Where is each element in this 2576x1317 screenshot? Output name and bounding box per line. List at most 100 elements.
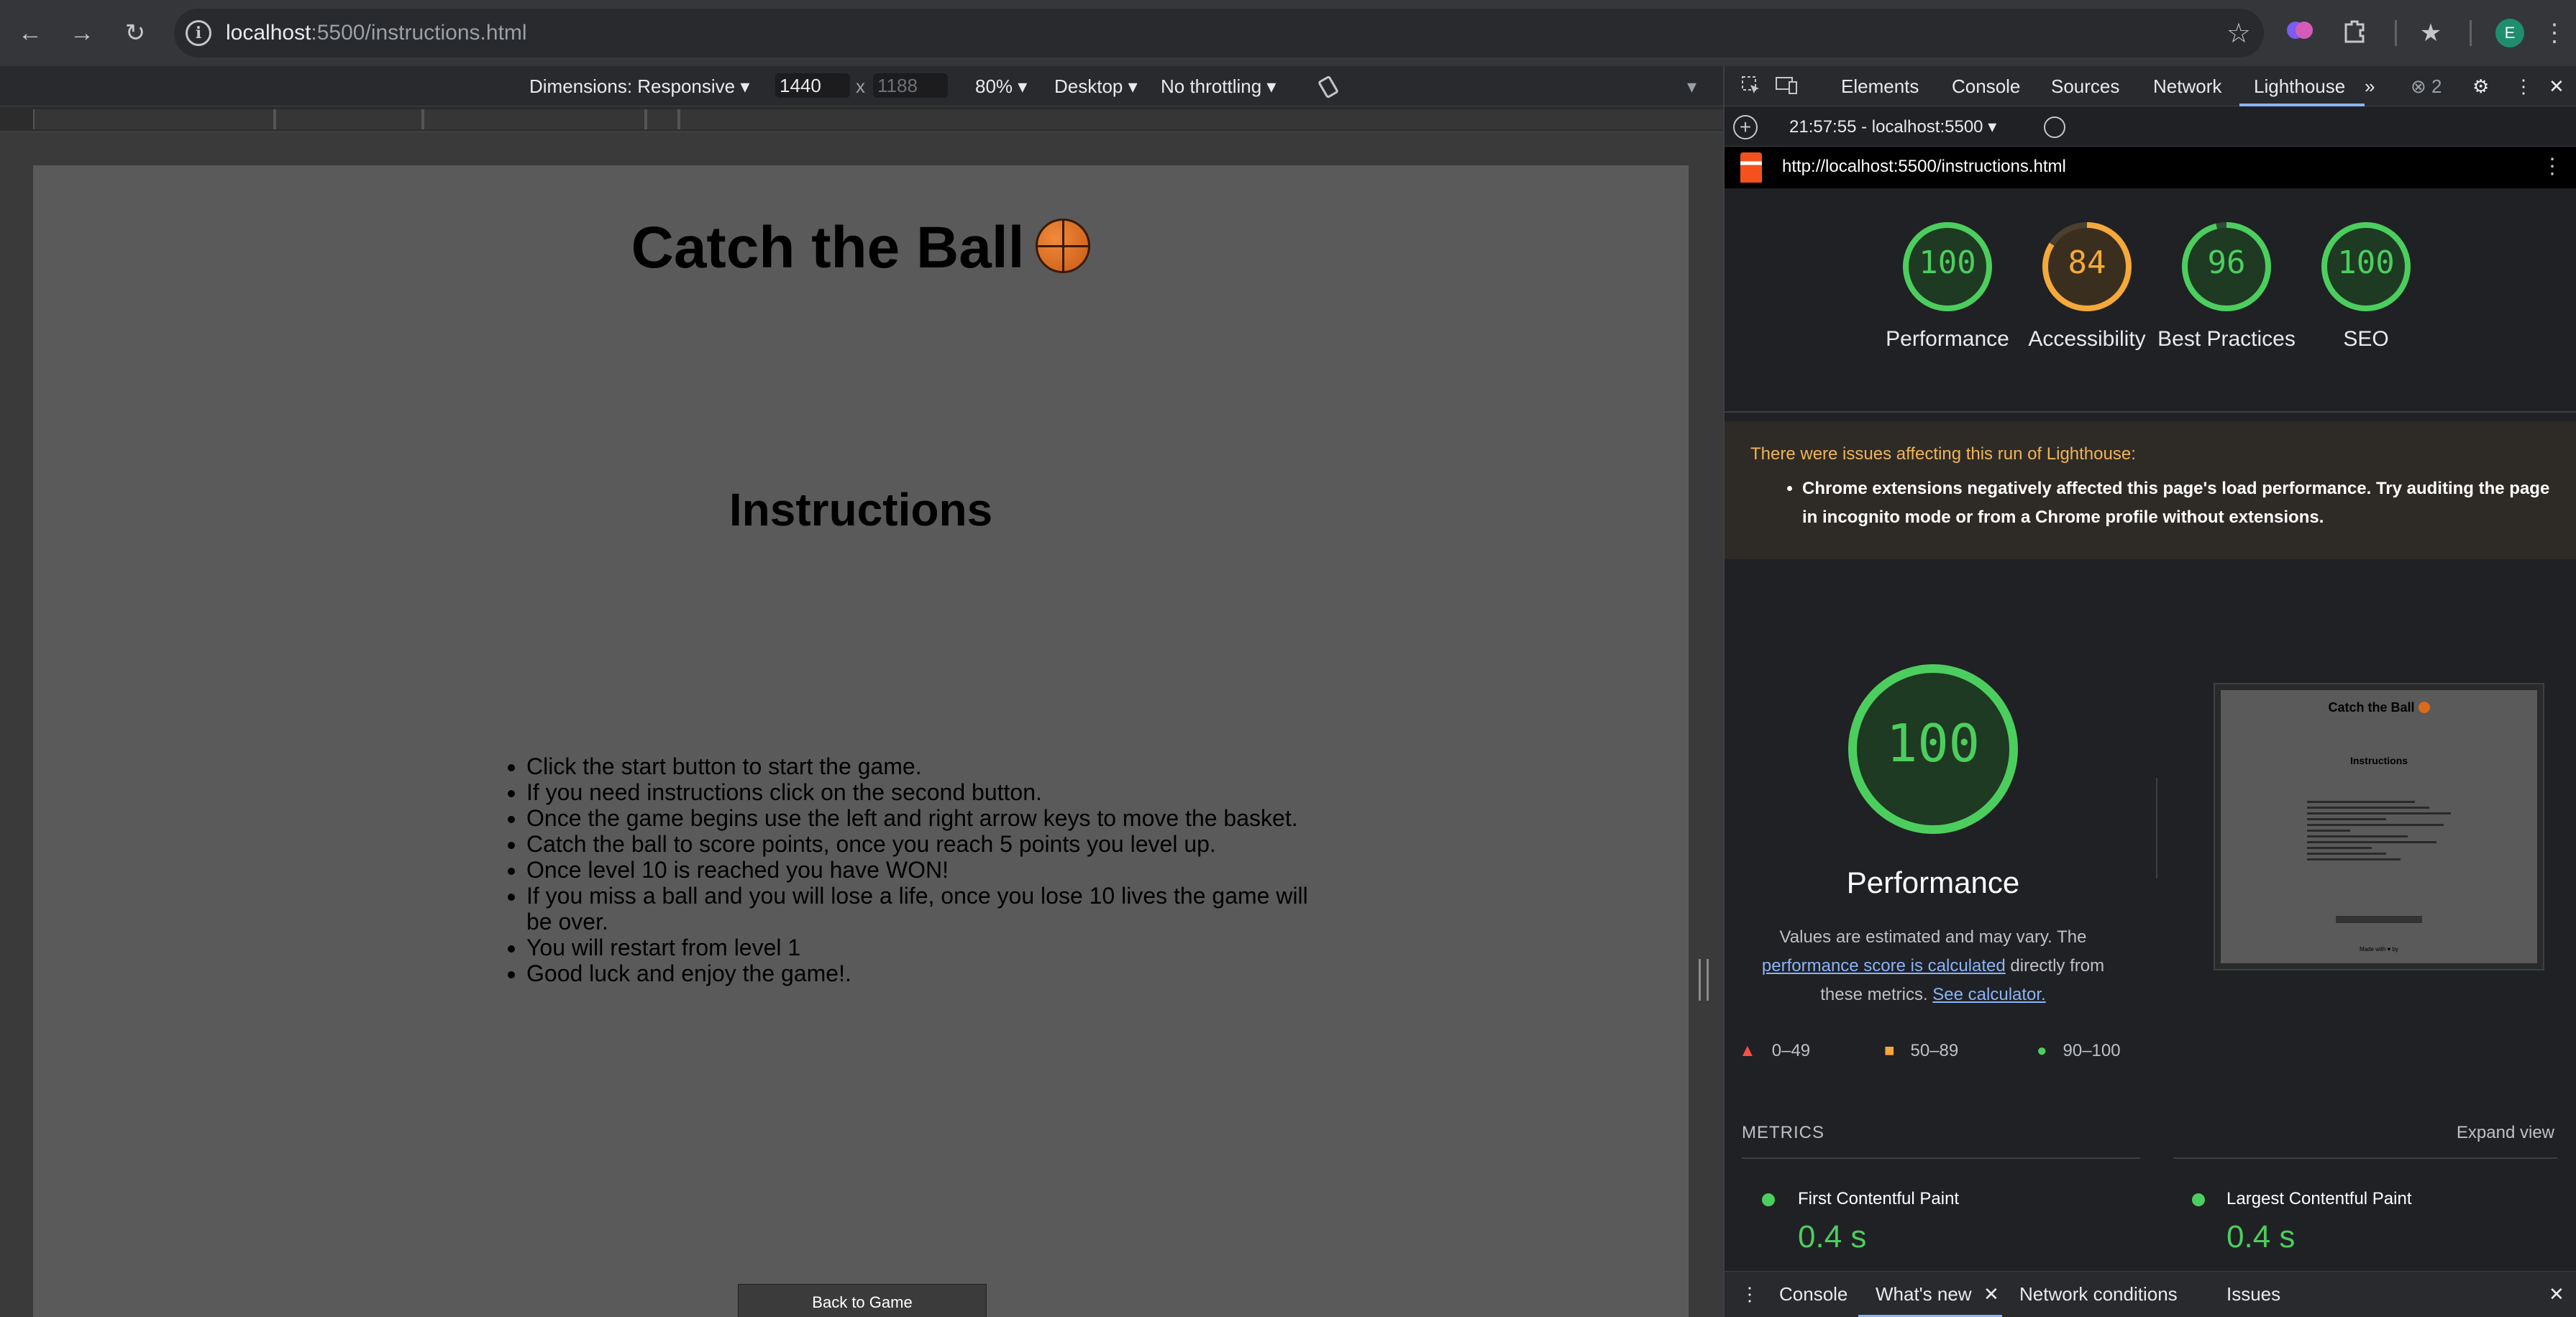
performance-heading: Performance xyxy=(1846,866,2020,899)
tab-lighthouse[interactable]: Lighthouse xyxy=(2254,75,2345,98)
profile-avatar[interactable]: E xyxy=(2495,19,2524,47)
metric-divider xyxy=(2173,1157,2557,1159)
zoom-dropdown[interactable]: 80% ▾ xyxy=(975,75,1027,98)
thumbnail-text-line xyxy=(2307,853,2386,855)
report-url[interactable]: http://localhost:5500/instructions.html xyxy=(1782,157,2066,177)
close-drawer-icon[interactable]: ✕ xyxy=(2549,1283,2564,1305)
final-screenshot-thumbnail[interactable]: Catch the Ball Instructions Made with ♥ … xyxy=(2214,683,2544,970)
gauge-seo[interactable]: 100 SEO xyxy=(2319,220,2413,354)
ruler-segment[interactable] xyxy=(646,109,679,129)
close-devtools-icon[interactable]: ✕ xyxy=(2549,75,2564,98)
ruler-segment[interactable] xyxy=(423,109,646,129)
basketball-icon xyxy=(1036,219,1091,273)
red-triangle-icon: ▲ xyxy=(1739,1041,1756,1060)
back-to-game-button[interactable]: Back to Game xyxy=(738,1284,987,1317)
dimensions-dropdown[interactable]: Dimensions: Responsive ▾ xyxy=(529,75,749,98)
address-bar[interactable]: i localhost:5500/instructions.html ☆ xyxy=(174,9,2264,58)
drawer-tab-console[interactable]: Console xyxy=(1779,1283,1847,1305)
divider xyxy=(1725,411,2576,413)
thumbnail-page: Catch the Ball Instructions Made with ♥ … xyxy=(2221,690,2537,963)
expand-view-toggle[interactable]: Expand view xyxy=(2457,1123,2554,1143)
run-warnings: There were issues affecting this run of … xyxy=(1725,421,2576,559)
tab-sources[interactable]: Sources xyxy=(2051,75,2119,98)
kebab-menu-icon[interactable]: ⋮ xyxy=(2537,16,2572,50)
ruler-segment[interactable] xyxy=(679,109,1763,129)
device-toolbar: Dimensions: Responsive ▾ 1440 x 1188 80%… xyxy=(0,66,1723,106)
browser-toolbar: ← → ↻ i localhost:5500/instructions.html… xyxy=(0,0,2576,66)
instructions-heading: Instructions xyxy=(729,484,993,536)
more-options-icon[interactable]: ▾ xyxy=(1687,75,1696,98)
desc-text: Values are estimated and may vary. The xyxy=(1779,927,2087,947)
devtools-panel: Elements Console Sources Network Lightho… xyxy=(1723,66,2576,1317)
score-calculated-link[interactable]: performance score is calculated xyxy=(1762,956,2006,976)
media-query-ruler[interactable] xyxy=(0,106,1763,132)
devtools-menu-icon[interactable]: ⋮ xyxy=(2514,75,2533,98)
new-report-plus-icon[interactable]: + xyxy=(1733,115,1758,139)
green-circle-icon: ● xyxy=(2037,1041,2047,1060)
report-selector[interactable]: 21:57:55 - localhost:5500 ▾ xyxy=(1789,116,1996,137)
thumbnail-text-line xyxy=(2307,835,2408,838)
warning-item: Chrome extensions negatively affected th… xyxy=(1802,474,2564,532)
tab-console[interactable]: Console xyxy=(1952,75,2020,98)
lighthouse-logo-icon xyxy=(1740,152,1762,183)
thumbnail-text-line xyxy=(2307,812,2451,814)
back-arrow-icon[interactable]: ← xyxy=(13,16,47,50)
thumbnail-text-line xyxy=(2307,801,2415,803)
toolbar-separator xyxy=(2470,20,2472,46)
site-info-icon[interactable]: i xyxy=(186,20,211,46)
gauge-accessibility[interactable]: 84 Accessibility xyxy=(2028,220,2146,354)
see-calculator-link[interactable]: See calculator. xyxy=(1932,985,2045,1004)
close-tab-icon[interactable]: ✕ xyxy=(1983,1283,1999,1305)
tab-elements[interactable]: Elements xyxy=(1841,75,1919,98)
thumbnail-title-text: Catch the Ball xyxy=(2328,700,2415,715)
metric-lcp-name: Largest Contentful Paint xyxy=(2226,1189,2412,1208)
thumbnail-ball-icon xyxy=(2418,702,2430,713)
address-url[interactable]: localhost:5500/instructions.html xyxy=(226,20,527,46)
drawer-tab-network-conditions[interactable]: Network conditions xyxy=(2019,1283,2178,1305)
viewport-resize-handle[interactable] xyxy=(1699,959,1709,1001)
settings-gear-icon[interactable]: ⚙ xyxy=(2472,75,2489,98)
issues-counter[interactable]: ⊗ 2 xyxy=(2411,75,2442,98)
gauge-performance[interactable]: 100 Performance xyxy=(1886,220,2009,354)
thumbnail-text-line xyxy=(2307,830,2350,832)
legend-fail: ▲ 0–49 xyxy=(1739,1041,1810,1061)
legend-range: 50–89 xyxy=(1910,1041,1959,1060)
bookmarks-star-icon[interactable]: ★ xyxy=(2413,16,2448,50)
warning-title: There were issues affecting this run of … xyxy=(1750,444,2136,464)
url-path: :5500/instructions.html xyxy=(311,21,527,45)
gauge-best-practices[interactable]: 96 Best Practices xyxy=(2157,220,2296,354)
thumbnail-button xyxy=(2336,916,2422,923)
list-item: You will restart from level 1 xyxy=(526,935,1328,960)
thumbnail-text-line xyxy=(2307,818,2386,820)
legend-range: 0–49 xyxy=(1771,1041,1811,1060)
forward-arrow-icon[interactable]: → xyxy=(65,16,99,50)
clear-reports-icon[interactable] xyxy=(2044,116,2065,138)
tab-network[interactable]: Network xyxy=(2153,75,2221,98)
report-menu-icon[interactable]: ⋮ xyxy=(2541,154,2563,179)
drawer-menu-icon[interactable]: ⋮ xyxy=(1740,1283,1759,1305)
device-type-dropdown[interactable]: Desktop ▾ xyxy=(1054,75,1138,98)
metric-divider xyxy=(1742,1157,2140,1159)
page-content: Catch the Ball Instructions Click the st… xyxy=(33,165,1689,1317)
emulated-viewport: Catch the Ball Instructions Click the st… xyxy=(0,132,1723,1317)
drawer-tab-issues[interactable]: Issues xyxy=(2226,1283,2280,1305)
thumbnail-text-line xyxy=(2307,824,2444,826)
performance-big-score: 100 xyxy=(1886,713,1981,774)
drawer-tab-whats-new[interactable]: What's new xyxy=(1876,1283,1972,1305)
bookmark-star-icon[interactable]: ☆ xyxy=(2226,17,2251,50)
height-input[interactable]: 1188 xyxy=(873,73,948,98)
ruler-segment[interactable] xyxy=(33,109,275,129)
brain-extension-icon[interactable] xyxy=(2283,16,2317,50)
ruler-segment[interactable] xyxy=(275,109,423,129)
width-input[interactable]: 1440 xyxy=(775,73,850,98)
more-tabs-icon[interactable]: » xyxy=(2365,75,2375,98)
rotate-icon[interactable] xyxy=(1316,75,1340,104)
list-item: If you need instructions click on the se… xyxy=(526,779,1328,805)
legend-average: ■ 50–89 xyxy=(1884,1041,1958,1061)
lighthouse-toolbar: + 21:57:55 - localhost:5500 ▾ xyxy=(1725,106,2576,147)
extensions-puzzle-icon[interactable] xyxy=(2337,16,2372,50)
inspect-element-icon[interactable] xyxy=(1740,75,1762,101)
device-toggle-icon[interactable] xyxy=(1775,75,1799,101)
reload-icon[interactable]: ↻ xyxy=(118,16,152,50)
throttling-dropdown[interactable]: No throttling ▾ xyxy=(1161,75,1276,98)
